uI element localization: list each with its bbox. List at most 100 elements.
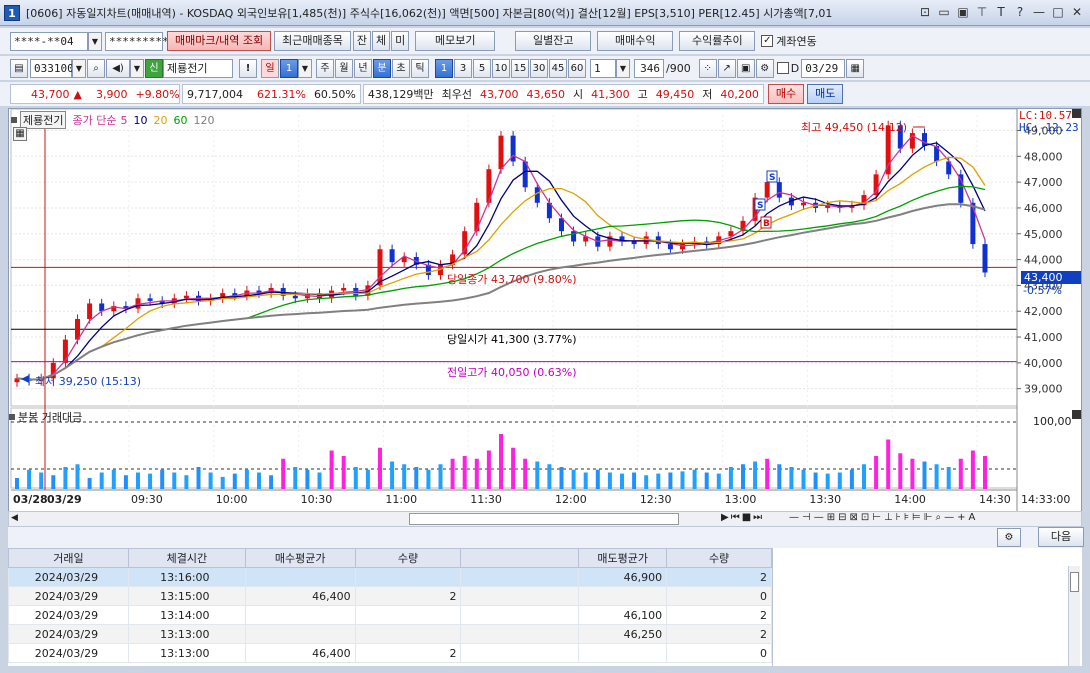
minute-30-button[interactable]: 30 — [530, 58, 548, 78]
table-vscroll[interactable] — [1068, 566, 1080, 666]
table-row[interactable]: 2024/03/29 13:16:00 46,900 2 — [8, 567, 772, 587]
period-tick-button[interactable]: 틱 — [411, 58, 429, 78]
minute-10-button[interactable]: 10 — [492, 58, 510, 78]
window-title: [0606] 자동일지차트(매매내역) - KOSDAQ 외국인보유[1,485… — [26, 6, 833, 20]
playback-controls-icon[interactable]: ▶⏮■⏭ — [721, 512, 764, 523]
stock-code-input[interactable]: 033100 — [30, 58, 74, 78]
volume-bar — [970, 450, 975, 489]
sound-icon[interactable]: ◀) — [106, 58, 130, 78]
candlestick-chart[interactable]: SSB 49,00048,00047,00046,00045,00044,000… — [9, 108, 1081, 512]
table-row[interactable]: 2024/03/29 13:14:00 46,100 2 — [8, 605, 772, 625]
col-buy-avg[interactable]: 매수평균가 — [244, 548, 356, 568]
period-minute-button[interactable]: 분 — [373, 58, 391, 78]
table-cell — [460, 567, 580, 587]
col-buy-qty[interactable]: 수량 — [354, 548, 462, 568]
minute-5-button[interactable]: 5 — [473, 58, 491, 78]
search-icon[interactable]: ⌕ — [87, 58, 105, 78]
calendar-icon[interactable]: ▦ — [846, 58, 865, 78]
bar-count-input[interactable]: 346 — [634, 58, 664, 78]
recent-trades-button[interactable]: 최근매매종목 — [274, 31, 351, 51]
password-input[interactable]: ********* — [105, 31, 169, 51]
scroll-left-icon[interactable]: ◀ — [11, 513, 18, 523]
table-row[interactable]: 2024/03/29 13:13:00 46,400 2 0 — [8, 643, 772, 663]
period-second-button[interactable]: 초 — [392, 58, 410, 78]
y-tick-label: 39,000 — [1024, 383, 1063, 396]
memo-button[interactable]: 메모보기 — [415, 31, 496, 51]
volume-bar — [813, 472, 818, 489]
link-icon[interactable]: ⊡ — [918, 4, 932, 20]
table-vscroll-thumb[interactable] — [1070, 572, 1079, 592]
sound-dropdown[interactable]: ▼ — [130, 58, 144, 78]
col-sell-avg[interactable]: 매도평균가 — [578, 548, 668, 568]
volume-box: 9,717,004 621.31% 60.50% — [182, 84, 361, 104]
col-trade-date[interactable]: 거래일 — [8, 548, 129, 568]
col-sell-qty[interactable]: 수량 — [666, 548, 772, 568]
account-input[interactable]: ****-**04 — [10, 31, 88, 51]
indicator-icon[interactable]: ⁘ — [698, 58, 717, 78]
tile-icon[interactable]: ▣ — [956, 4, 970, 20]
table-row[interactable]: 2024/03/29 13:15:00 46,400 2 0 — [8, 586, 772, 606]
minimize-icon[interactable]: — — [1032, 4, 1046, 20]
minute-60-button[interactable]: 60 — [568, 58, 586, 78]
minute-3-button[interactable]: 3 — [454, 58, 472, 78]
next-button[interactable]: 다음 — [1038, 527, 1084, 547]
volume-bar — [837, 472, 842, 489]
chart-tools-icon[interactable]: —⊣—⊞⊟⊠⊡⊢⊥⊦⊧⊨⊩⌕—+A — [789, 512, 978, 523]
unit-dropdown[interactable]: ▼ — [616, 58, 630, 78]
draw-icon[interactable]: ↗ — [717, 58, 736, 78]
period-day-button[interactable]: 일 — [261, 58, 279, 78]
settings-gear-icon[interactable]: ⚙ — [997, 528, 1021, 547]
pin-icon[interactable]: ⊤ — [975, 4, 989, 20]
table-right-area — [772, 548, 1082, 666]
volume-bar — [353, 467, 358, 489]
period-month-button[interactable]: 월 — [335, 58, 353, 78]
grid-toggle-icon[interactable]: ▦ — [13, 127, 27, 141]
executed-button[interactable]: 체 — [372, 31, 391, 51]
table-cell — [244, 605, 356, 625]
volume-bar — [51, 475, 56, 489]
balance-button[interactable]: 잔 — [352, 31, 372, 51]
volume-panel-close-icon[interactable] — [1072, 410, 1081, 419]
trade-profit-button[interactable]: 매매수익 — [597, 31, 674, 51]
daily-balance-button[interactable]: 일별잔고 — [515, 31, 592, 51]
period-num-field[interactable]: 1 — [280, 58, 298, 78]
minute-1-button[interactable]: 1 — [435, 58, 453, 78]
account-dropdown[interactable]: ▼ — [88, 31, 102, 51]
table-row[interactable]: 2024/03/29 13:13:00 46,250 2 — [8, 624, 772, 644]
stock-search-icon[interactable]: ▤ — [10, 58, 28, 78]
col-exec-time[interactable]: 체결시간 — [127, 548, 246, 568]
chart-panel[interactable]: SSB 49,000 48,000 47,000 46,000 45,000 44,000… — [8, 108, 1082, 513]
stock-code-dropdown[interactable]: ▼ — [72, 58, 86, 78]
period-week-button[interactable]: 주 — [316, 58, 334, 78]
trade-marks-button[interactable]: 매매마크/내역 조회 — [167, 31, 272, 51]
unit-input[interactable]: 1 — [590, 58, 616, 78]
volume-bar — [680, 471, 685, 489]
volume-bar — [789, 467, 794, 489]
date-input[interactable]: 03/29 — [801, 58, 846, 78]
y-tick-label: 40,000 — [1024, 357, 1063, 370]
period-year-button[interactable]: 년 — [354, 58, 372, 78]
font-icon[interactable]: T — [994, 4, 1008, 20]
minute-15-button[interactable]: 15 — [511, 58, 529, 78]
help-icon[interactable]: ? — [1013, 4, 1027, 20]
layout-icon[interactable]: ▭ — [937, 4, 951, 20]
volume-bar — [232, 473, 237, 489]
alert-icon[interactable]: ! — [239, 58, 257, 78]
return-trend-button[interactable]: 수익률추이 — [679, 31, 756, 51]
scroll-thumb[interactable] — [409, 513, 679, 525]
gear-icon[interactable]: ⚙ — [755, 58, 774, 78]
unexecuted-button[interactable]: 미 — [391, 31, 410, 51]
period-num-dropdown[interactable]: ▼ — [298, 58, 312, 78]
price-panel-close-icon[interactable] — [1072, 109, 1081, 118]
best-quote-label: 최우선 — [441, 88, 472, 101]
candle-body — [147, 298, 153, 301]
sell-button[interactable]: 매도 — [807, 84, 844, 104]
volume-bar — [63, 467, 68, 489]
account-link-checkbox[interactable]: ✓ — [761, 35, 774, 47]
save-icon[interactable]: ▣ — [736, 58, 755, 78]
date-checkbox[interactable] — [776, 62, 789, 74]
buy-button[interactable]: 매수 — [767, 84, 805, 104]
close-icon[interactable]: ✕ — [1070, 4, 1084, 20]
maximize-icon[interactable]: □ — [1051, 4, 1065, 20]
minute-45-button[interactable]: 45 — [549, 58, 567, 78]
